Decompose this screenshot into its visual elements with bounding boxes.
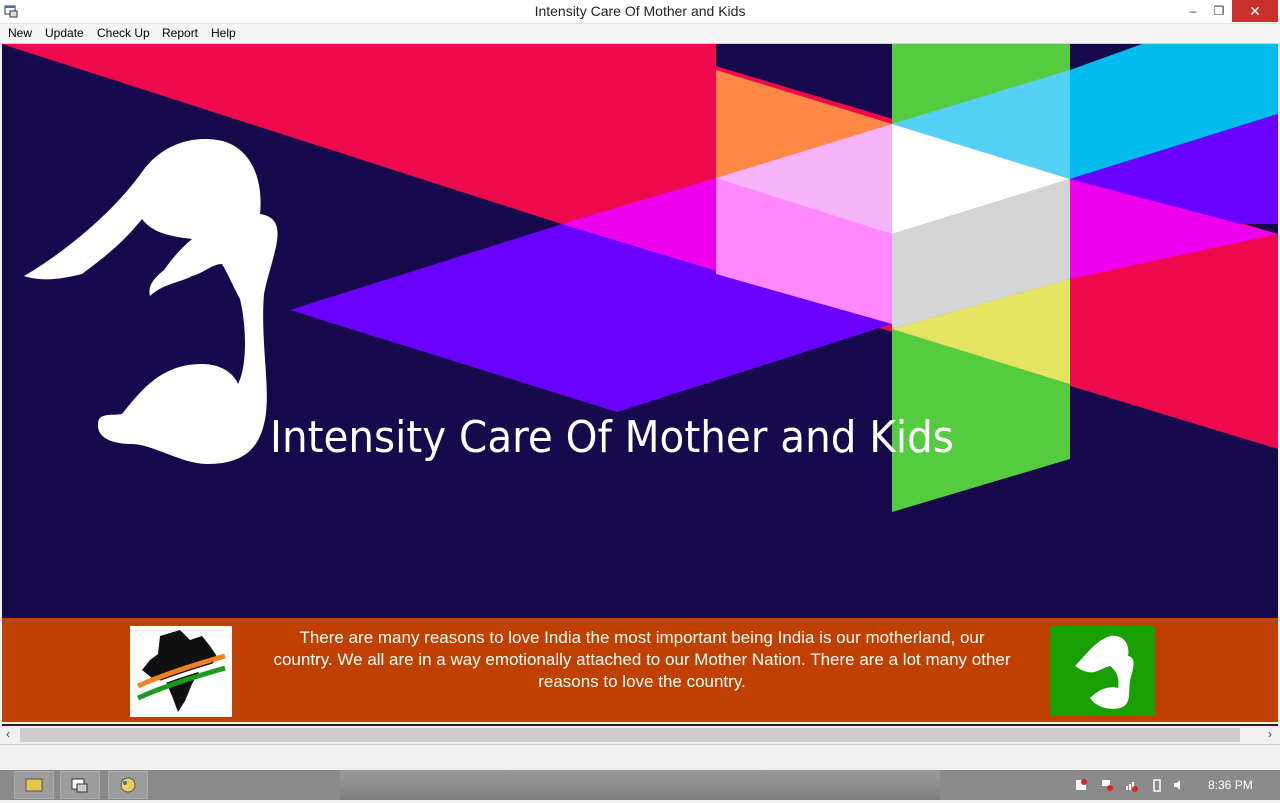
india-map-image bbox=[130, 626, 232, 717]
banner-image: Intensity Care Of Mother and Kids bbox=[2, 44, 1278, 618]
mother-child-logo bbox=[24, 139, 278, 465]
taskbar-app-button[interactable] bbox=[60, 771, 100, 799]
mother-child-small-icon bbox=[1075, 635, 1134, 709]
network-icon[interactable] bbox=[1124, 778, 1138, 792]
minimize-icon: – bbox=[1189, 4, 1197, 18]
menu-report[interactable]: Report bbox=[162, 26, 198, 40]
close-button[interactable]: ✕ bbox=[1232, 0, 1278, 22]
battery-icon[interactable] bbox=[1150, 778, 1164, 792]
menu-new[interactable]: New bbox=[8, 26, 32, 40]
banner-graphic bbox=[2, 44, 1278, 512]
horizontal-scrollbar[interactable]: ‹ › bbox=[2, 724, 1278, 744]
restore-button[interactable]: ❐ bbox=[1204, 0, 1234, 22]
menu-help[interactable]: Help bbox=[211, 26, 236, 40]
folder-icon bbox=[25, 778, 43, 792]
taskbar-paint-button[interactable] bbox=[108, 771, 148, 799]
app-window-icon bbox=[71, 778, 88, 793]
scroll-right-icon[interactable]: › bbox=[1268, 727, 1272, 741]
logo-green-image bbox=[1050, 626, 1155, 716]
action-center-icon[interactable] bbox=[1074, 778, 1088, 792]
paint-icon bbox=[120, 777, 136, 793]
restore-icon: ❐ bbox=[1213, 4, 1225, 18]
close-icon: ✕ bbox=[1249, 3, 1261, 19]
scroll-thumb[interactable] bbox=[20, 728, 1240, 742]
taskbar-background bbox=[340, 770, 940, 800]
menu-update[interactable]: Update bbox=[45, 26, 84, 40]
flag-icon[interactable] bbox=[1100, 778, 1114, 792]
footer-message: There are many reasons to love India the… bbox=[273, 628, 1011, 691]
taskbar-explorer-button[interactable] bbox=[14, 771, 54, 799]
window-title: Intensity Care Of Mother and Kids bbox=[534, 3, 746, 19]
volume-icon[interactable] bbox=[1172, 778, 1186, 792]
status-bar bbox=[0, 744, 1280, 770]
menu-check-up[interactable]: Check Up bbox=[97, 26, 150, 40]
taskbar: 8:36 PM bbox=[0, 770, 1280, 800]
footer-panel: There are many reasons to love India the… bbox=[2, 618, 1278, 722]
scroll-left-icon[interactable]: ‹ bbox=[6, 727, 10, 741]
banner-title: Intensity Care Of Mother and Kids bbox=[270, 412, 954, 463]
menu-bar: New Update Check Up Report Help bbox=[0, 24, 1280, 44]
window-titlebar: Intensity Care Of Mother and Kids – ❐ ✕ bbox=[0, 0, 1280, 24]
india-map-icon bbox=[136, 630, 226, 712]
taskbar-clock[interactable]: 8:36 PM bbox=[1208, 778, 1253, 792]
